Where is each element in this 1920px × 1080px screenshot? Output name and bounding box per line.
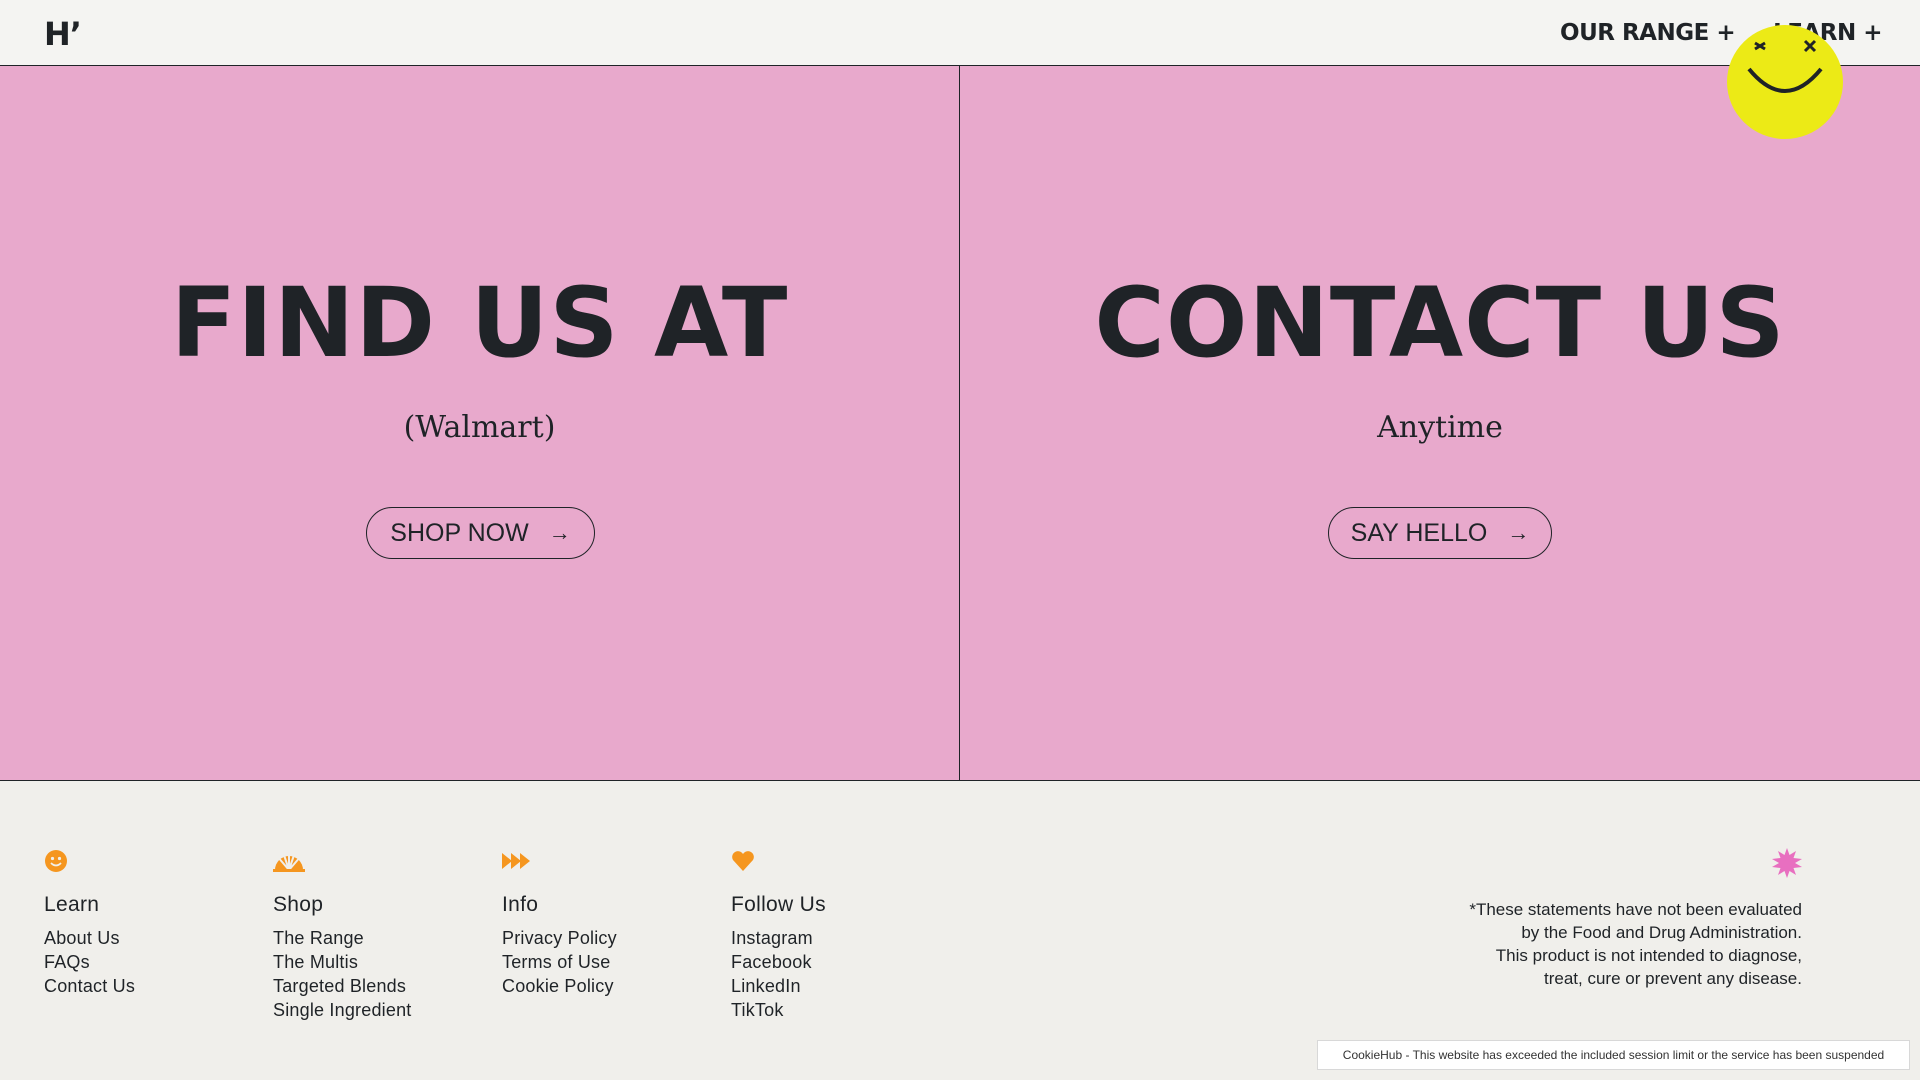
say-hello-button[interactable]: SAY HELLO → <box>1328 507 1552 559</box>
fast-forward-icon <box>502 846 617 876</box>
footer-heading-shop: Shop <box>273 893 324 916</box>
footer-link-terms-of-use[interactable]: Terms of Use <box>502 950 617 974</box>
heart-icon <box>731 846 826 876</box>
footer-link-facebook[interactable]: Facebook <box>731 950 826 974</box>
footer-column-follow-us: Follow Us Instagram Facebook LinkedIn Ti… <box>731 846 826 1022</box>
arrow-right-icon: → <box>548 520 571 545</box>
footer-link-cookie-policy[interactable]: Cookie Policy <box>502 974 617 998</box>
contact-us-panel: CONTACT US Anytime SAY HELLO → <box>960 66 1920 780</box>
disclaimer-line: *These statements have not been evaluate… <box>1469 900 1802 919</box>
brand-logo[interactable]: Hʼ <box>44 18 82 50</box>
footer-heading-follow-us: Follow Us <box>731 893 826 916</box>
footer-link-faqs[interactable]: FAQs <box>44 950 135 974</box>
nav-our-range[interactable]: OUR RANGE + <box>1560 16 1736 50</box>
footer-link-linkedin[interactable]: LinkedIn <box>731 974 826 998</box>
say-hello-label: SAY HELLO <box>1350 518 1488 547</box>
disclaimer-line: treat, cure or prevent any disease. <box>1544 969 1802 988</box>
footer-link-privacy-policy[interactable]: Privacy Policy <box>502 926 617 950</box>
footer-link-tiktok[interactable]: TikTok <box>731 998 826 1022</box>
arrow-right-icon: → <box>1507 520 1530 545</box>
footer-column-learn: Learn About Us FAQs Contact Us <box>44 846 135 998</box>
sunrise-icon <box>273 846 412 876</box>
contact-us-subtitle: Anytime <box>1377 410 1503 445</box>
find-us-title: FIND US AT <box>170 267 789 379</box>
smiley-icon <box>44 846 135 876</box>
footer-link-single-ingredient[interactable]: Single Ingredient <box>273 998 412 1022</box>
disclaimer-line: This product is not intended to diagnose… <box>1495 946 1802 965</box>
smiley-face-icon <box>1727 25 1843 139</box>
find-us-subtitle: (Walmart) <box>403 410 556 445</box>
fda-disclaimer: *These statements have not been evaluate… <box>1402 898 1802 990</box>
footer-link-the-range[interactable]: The Range <box>273 926 412 950</box>
starburst-icon <box>1772 848 1802 883</box>
disclaimer-line: by the Food and Drug Administration. <box>1521 923 1802 942</box>
footer-link-instagram[interactable]: Instagram <box>731 926 826 950</box>
footer-column-shop: Shop The Range The Multis Targeted Blend… <box>273 846 412 1022</box>
shop-now-button[interactable]: SHOP NOW → <box>366 507 595 559</box>
hero-section: FIND US AT (Walmart) SHOP NOW → CONTACT … <box>0 66 1920 781</box>
footer-column-info: Info Privacy Policy Terms of Use Cookie … <box>502 846 617 998</box>
footer-link-the-multis[interactable]: The Multis <box>273 950 412 974</box>
top-navigation-bar: Hʼ OUR RANGE + LEARN + <box>0 0 1920 66</box>
find-us-panel: FIND US AT (Walmart) SHOP NOW → <box>0 66 960 780</box>
main-nav: OUR RANGE + LEARN + <box>1560 16 1882 50</box>
cookie-notice: CookieHub - This website has exceeded th… <box>1317 1040 1910 1070</box>
footer-link-about-us[interactable]: About Us <box>44 926 135 950</box>
footer-heading-info: Info <box>502 893 539 916</box>
footer-link-targeted-blends[interactable]: Targeted Blends <box>273 974 412 998</box>
contact-us-title: CONTACT US <box>1094 267 1786 379</box>
footer-link-contact-us[interactable]: Contact Us <box>44 974 135 998</box>
footer-heading-learn: Learn <box>44 893 100 916</box>
shop-now-label: SHOP NOW <box>390 518 529 547</box>
